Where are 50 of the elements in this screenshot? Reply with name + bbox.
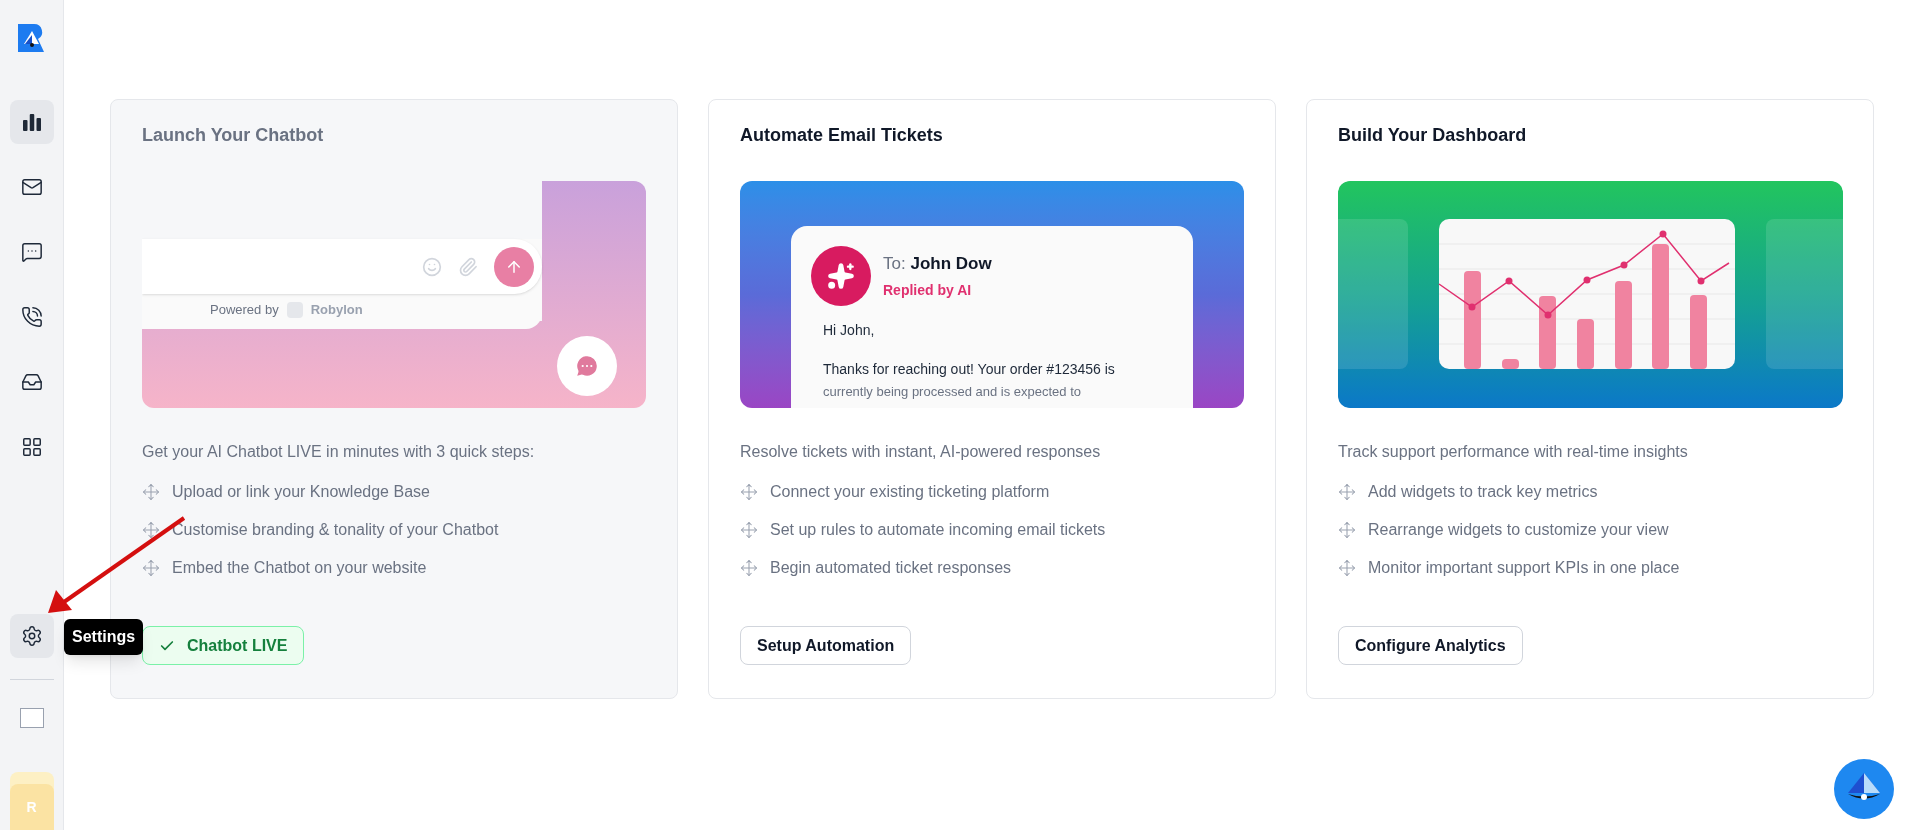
drag-handle-icon[interactable]	[740, 559, 758, 577]
chat-icon	[20, 241, 43, 263]
step-text: Set up rules to automate incoming email tickets	[770, 520, 1106, 540]
step-text: Embed the Chatbot on your website	[172, 558, 427, 578]
card-title: Build Your Dashboard	[1338, 124, 1528, 147]
card-description: Resolve tickets with instant, AI-powered responses	[740, 442, 1102, 462]
brand-name: Robylon	[310, 301, 363, 319]
smile-icon	[422, 256, 442, 277]
card-description: Get your AI Chatbot LIVE in minutes with 3 quick steps:	[142, 442, 536, 462]
drag-handle-icon[interactable]	[142, 521, 160, 539]
drag-handle-icon[interactable]	[740, 521, 758, 539]
drag-handle-icon[interactable]	[142, 559, 160, 577]
paperclip-icon	[458, 256, 478, 277]
status-badge: Chatbot LIVE	[142, 626, 305, 665]
email-greeting: Hi John,	[823, 321, 876, 340]
drag-handle-icon[interactable]	[142, 483, 160, 501]
bar-chart-icon	[21, 113, 42, 131]
sparkles-icon	[827, 262, 855, 290]
chat-bubble-icon	[574, 353, 600, 379]
drag-handle-icon[interactable]	[1338, 521, 1356, 539]
email-status: Replied by AI	[883, 281, 973, 301]
step-text: Begin automated ticket responses	[770, 558, 1012, 578]
email-body: currently being processed and is expected to	[823, 383, 1082, 401]
action-button[interactable]: Setup Automation	[740, 626, 912, 665]
step-text: Monitor important support KPIs in one place	[1368, 558, 1680, 578]
mail-icon	[20, 176, 43, 198]
step-text: Customise branding & tonality of your Chatbot	[172, 520, 499, 540]
card-description: Track support performance with real-time insights	[1338, 442, 1689, 462]
step-text: Add widgets to track key metrics	[1368, 482, 1598, 502]
step-text: Rearrange widgets to customize your view	[1368, 520, 1669, 540]
card-title: Automate Email Tickets	[740, 124, 944, 147]
email-body: Thanks for reaching out! Your order #123456 is	[823, 360, 1116, 379]
email-recipient: To: John Dow	[883, 252, 992, 275]
step-text: Connect your existing ticketing platform	[770, 482, 1050, 502]
drag-handle-icon[interactable]	[1338, 559, 1356, 577]
settings-icon	[20, 625, 43, 647]
step-text: Upload or link your Knowledge Base	[172, 482, 430, 502]
drag-handle-icon[interactable]	[740, 483, 758, 501]
powered-by-label: Powered by	[210, 301, 279, 319]
phone-icon	[20, 306, 43, 328]
inbox-icon	[20, 371, 43, 393]
card-title: Launch Your Chatbot	[142, 124, 325, 147]
chat-launcher-logo-icon[interactable]	[1834, 759, 1894, 819]
grid-icon	[20, 436, 43, 458]
square-icon[interactable]	[19, 708, 44, 728]
sidebar-item[interactable]	[9, 100, 54, 144]
drag-handle-icon[interactable]	[1338, 483, 1356, 501]
action-button[interactable]: Configure Analytics	[1338, 626, 1523, 665]
tooltip: Settings	[64, 619, 144, 655]
settings-button[interactable]	[9, 614, 54, 658]
